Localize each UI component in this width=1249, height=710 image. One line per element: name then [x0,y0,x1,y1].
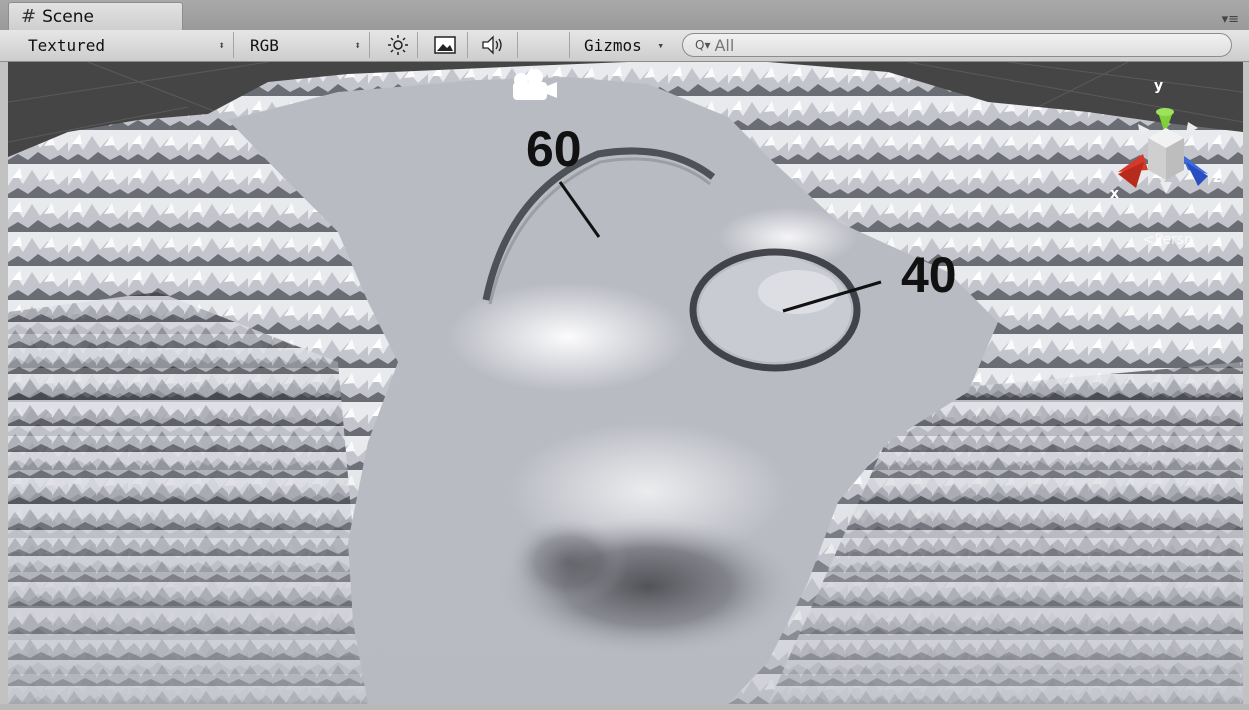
annotation-label-60: 60 [526,121,582,177]
tab-menu-icon[interactable]: ▾≡ [1222,12,1239,27]
dropdown-arrow-icon: ▾ [657,38,664,52]
axis-label-z: z [1213,170,1222,186]
search-icon: Q▾ [695,38,711,52]
axis-label-y: y [1154,78,1164,94]
search-input[interactable]: Q▾ All [682,33,1232,57]
updown-arrow-icon: ⬍ [354,38,361,52]
tab-scene[interactable]: # Scene [8,2,183,30]
lighting-toggle-button[interactable] [378,32,418,58]
scene-effects-toggle-button[interactable] [422,32,468,58]
scene-window: # Scene ▾≡ Textured ⬍ RGB ⬍ Gizmos ▾ Q▾ … [0,0,1249,710]
tab-bar: # Scene ▾≡ [0,0,1249,31]
color-mode-value: RGB [250,35,279,55]
updown-arrow-icon: ⬍ [218,38,225,52]
audio-toggle-button[interactable] [470,32,518,58]
sun-icon [387,35,408,55]
axis-label-x: x [1110,186,1120,202]
color-mode-dropdown[interactable]: RGB ⬍ [238,32,370,58]
render-mode-dropdown[interactable]: Textured ⬍ [16,32,234,58]
speaker-icon [481,35,502,55]
toolbar-spacer [520,32,570,58]
terrain-render [8,62,1243,704]
scene-viewport[interactable]: 60 40 y x z <Persp [8,62,1243,704]
render-mode-value: Textured [28,35,106,55]
scene-toolbar: Textured ⬍ RGB ⬍ Gizmos ▾ Q▾ All [0,30,1249,62]
image-icon [433,36,456,54]
search-value: All [714,35,735,55]
projection-label[interactable]: <Persp [1143,232,1193,248]
annotation-label-40: 40 [901,247,957,303]
projection-arrow-icon: < [1142,232,1155,248]
tab-scene-label: Scene [42,6,94,27]
hash-icon: # [21,5,37,27]
gizmos-label: Gizmos [584,35,642,55]
window-bottom-border [0,704,1249,710]
gizmos-dropdown[interactable]: Gizmos ▾ [574,32,678,58]
projection-label-text: Persp [1154,232,1194,248]
